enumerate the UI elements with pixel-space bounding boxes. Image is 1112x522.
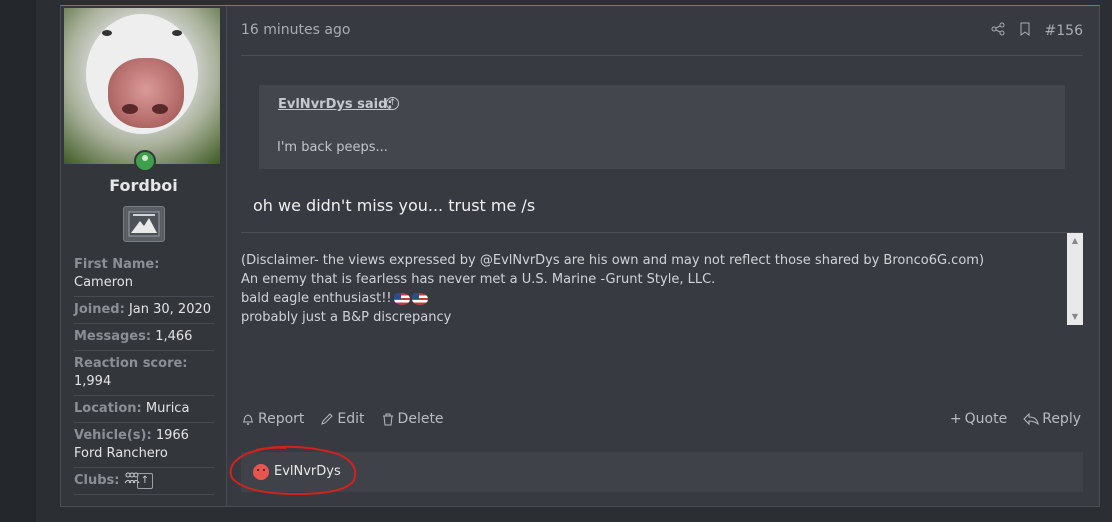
reply-icon bbox=[1023, 412, 1039, 426]
avatar[interactable] bbox=[64, 8, 220, 164]
divider bbox=[241, 55, 1083, 56]
pencil-icon bbox=[321, 413, 334, 425]
edit-button[interactable]: Edit bbox=[320, 411, 365, 427]
post-number[interactable]: #156 bbox=[1045, 23, 1083, 39]
signature-line: bald eagle enthusiast!! bbox=[241, 289, 984, 308]
quote-author-link[interactable]: EvlNvrDys said: bbox=[278, 97, 393, 112]
user-badge-icon bbox=[123, 206, 165, 242]
bookmark-icon[interactable] bbox=[1019, 22, 1031, 40]
stat-vehicles: Vehicle(s): 1966 Ford Ranchero bbox=[74, 426, 214, 468]
stat-messages: Messages: 1,466 bbox=[74, 327, 214, 351]
signature-line: probably just a B&P discrepancy bbox=[241, 310, 452, 325]
bell-icon bbox=[243, 414, 253, 425]
quote-button[interactable]: + Quote bbox=[950, 411, 1007, 427]
scroll-top-button[interactable]: ↑ bbox=[137, 473, 153, 489]
stat-location: Location: Murica bbox=[74, 399, 214, 423]
stat-joined: Joined: Jan 30, 2020 bbox=[74, 300, 214, 324]
angry-reaction-icon bbox=[253, 464, 269, 480]
quote-text: I'm back peeps... bbox=[277, 140, 388, 155]
online-status-icon bbox=[134, 150, 156, 172]
stat-reaction-score: Reaction score: 1,994 bbox=[74, 354, 214, 396]
user-stats: First Name: Cameron Joined: Jan 30, 2020… bbox=[74, 255, 214, 498]
go-to-quote-icon[interactable]: ↑ bbox=[386, 97, 399, 110]
message-body: oh we didn't miss you... trust me /s bbox=[253, 196, 536, 215]
quote-block: EvlNvrDys said: ↑ I'm back peeps... bbox=[259, 85, 1065, 169]
us-flag-icon bbox=[411, 292, 428, 305]
signature-line: (Disclaimer- the views expressed by @Evl… bbox=[241, 253, 985, 268]
us-flag-icon bbox=[393, 292, 410, 305]
post: Fordboi First Name: Cameron Joined: Jan … bbox=[60, 5, 1100, 507]
report-button[interactable]: Report bbox=[241, 411, 304, 427]
delete-button[interactable]: Delete bbox=[381, 411, 444, 427]
user-info-column: Fordboi First Name: Cameron Joined: Jan … bbox=[61, 6, 227, 506]
reaction-user[interactable]: EvlNvrDys bbox=[274, 464, 341, 479]
post-meta-actions: #156 bbox=[991, 22, 1083, 40]
username[interactable]: Fordboi bbox=[61, 176, 226, 195]
plus-icon: + bbox=[949, 411, 962, 427]
post-time[interactable]: 16 minutes ago bbox=[241, 22, 350, 38]
post-content: 16 minutes ago #156 EvlNvrDys said: ↑ I'… bbox=[241, 6, 1083, 506]
signature-scrollbar[interactable]: ▲ ▼ bbox=[1067, 233, 1083, 325]
share-icon[interactable] bbox=[991, 22, 1005, 40]
left-strip bbox=[0, 0, 36, 522]
reactions-bar[interactable]: EvlNvrDys bbox=[241, 452, 1083, 492]
stat-first-name: First Name: Cameron bbox=[74, 255, 214, 297]
trash-icon bbox=[382, 413, 393, 426]
signature-line: An enemy that is fearless has never met … bbox=[241, 272, 716, 287]
scroll-down-icon[interactable]: ▼ bbox=[1070, 312, 1080, 322]
reply-button[interactable]: Reply bbox=[1023, 411, 1081, 427]
signature: (Disclaimer- the views expressed by @Evl… bbox=[241, 232, 1083, 325]
scroll-up-icon[interactable]: ▲ bbox=[1070, 236, 1080, 246]
